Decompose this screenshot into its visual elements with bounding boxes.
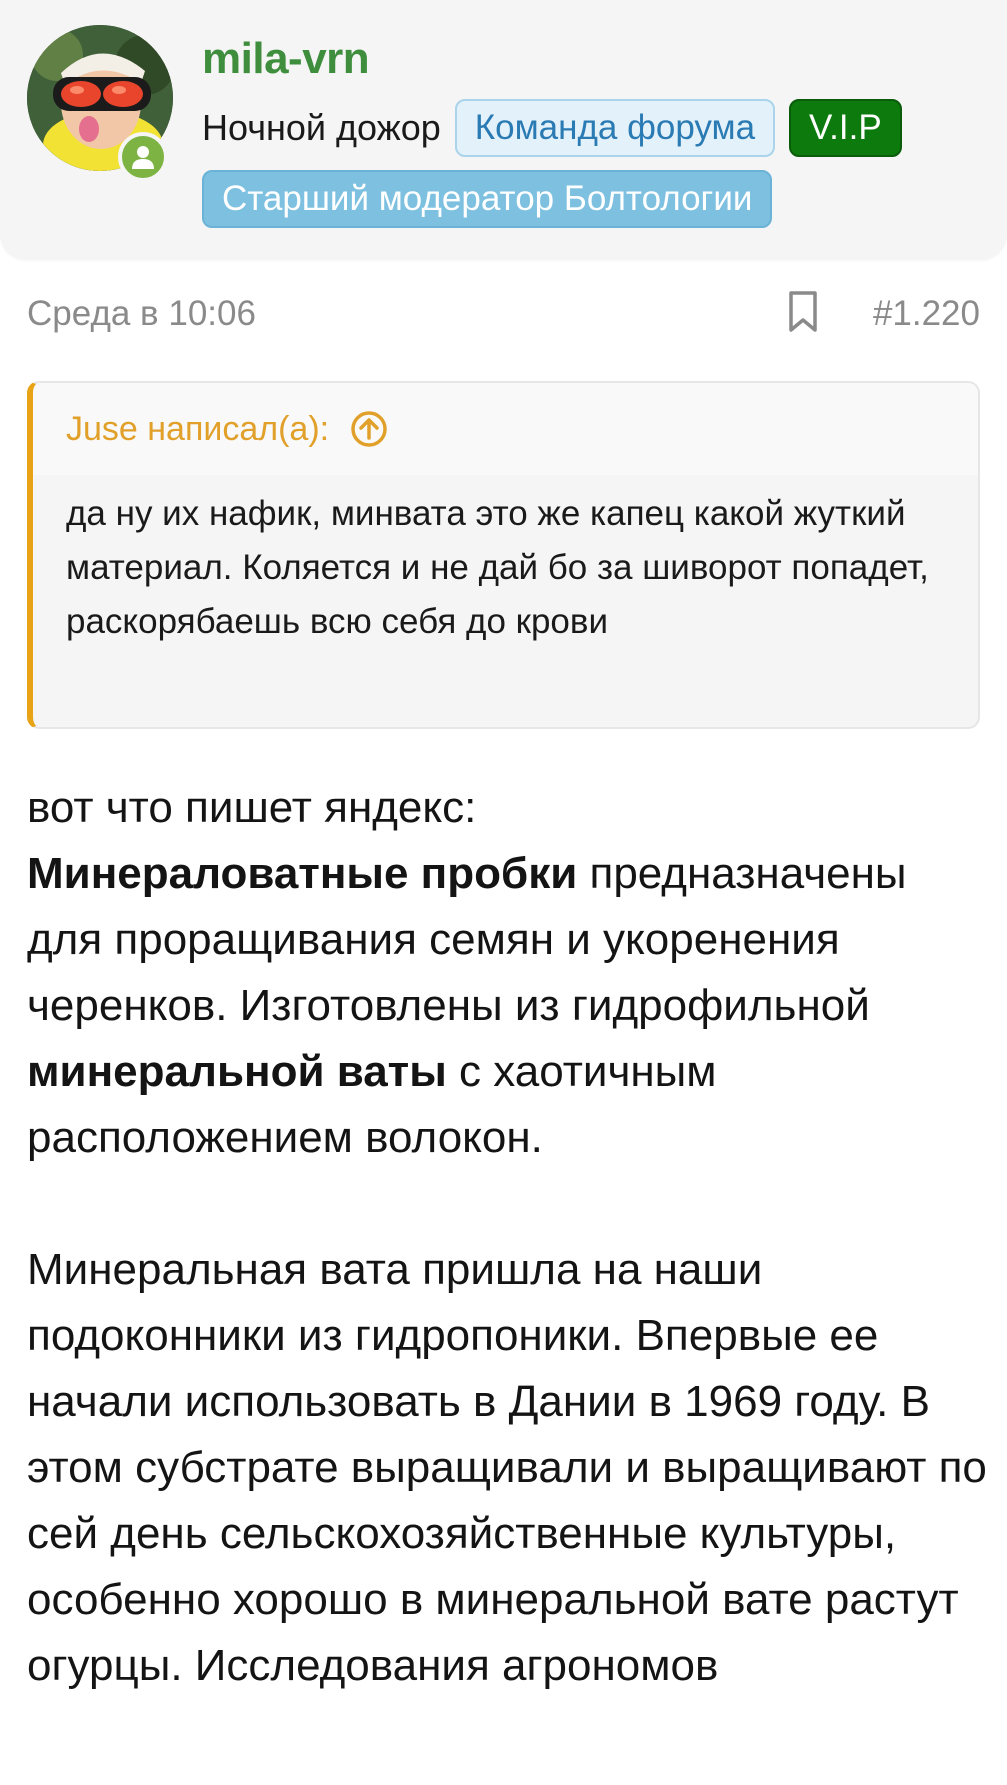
post-number-link[interactable]: #1.220: [873, 294, 980, 334]
content-paragraph: Минераловатные пробки предназначены для …: [27, 841, 987, 1171]
content-line-intro: вот что пишет яндекс:: [27, 783, 477, 832]
quote-author[interactable]: Juse написал(а):: [66, 410, 329, 449]
post-date[interactable]: Среда в 10:06: [27, 294, 256, 334]
post-content: вот что пишет яндекс: Минераловатные про…: [27, 775, 987, 1699]
arrow-up-circle-icon[interactable]: [349, 409, 389, 449]
team-badge: Команда форума: [454, 99, 776, 157]
post-author-header: mila-vrn Ночной дожор Команда форума V.I…: [0, 0, 1007, 260]
username-link[interactable]: mila-vrn: [202, 34, 370, 84]
bold-term: Минераловатные пробки: [27, 849, 578, 898]
post-meta: Среда в 10:06 #1.220: [27, 290, 980, 340]
vip-badge: V.I.P: [789, 99, 902, 157]
bookmark-icon[interactable]: [787, 290, 819, 339]
content-paragraph: Минеральная вата пришла на наши подоконн…: [27, 1245, 987, 1690]
user-rank-row: Ночной дожор Команда форума V.I.P: [202, 99, 902, 157]
bold-term: минеральной ваты: [27, 1047, 447, 1096]
user-title: Ночной дожор: [202, 107, 441, 148]
moderator-badge: Старший модератор Болтологии: [202, 170, 773, 228]
user-online-icon: [118, 132, 168, 182]
quote-header[interactable]: Juse написал(а):: [33, 383, 978, 475]
quote-block: Juse написал(а): да ну их нафик, минвата…: [27, 381, 980, 729]
quote-text: да ну их нафик, минвата это же капец как…: [66, 494, 929, 641]
